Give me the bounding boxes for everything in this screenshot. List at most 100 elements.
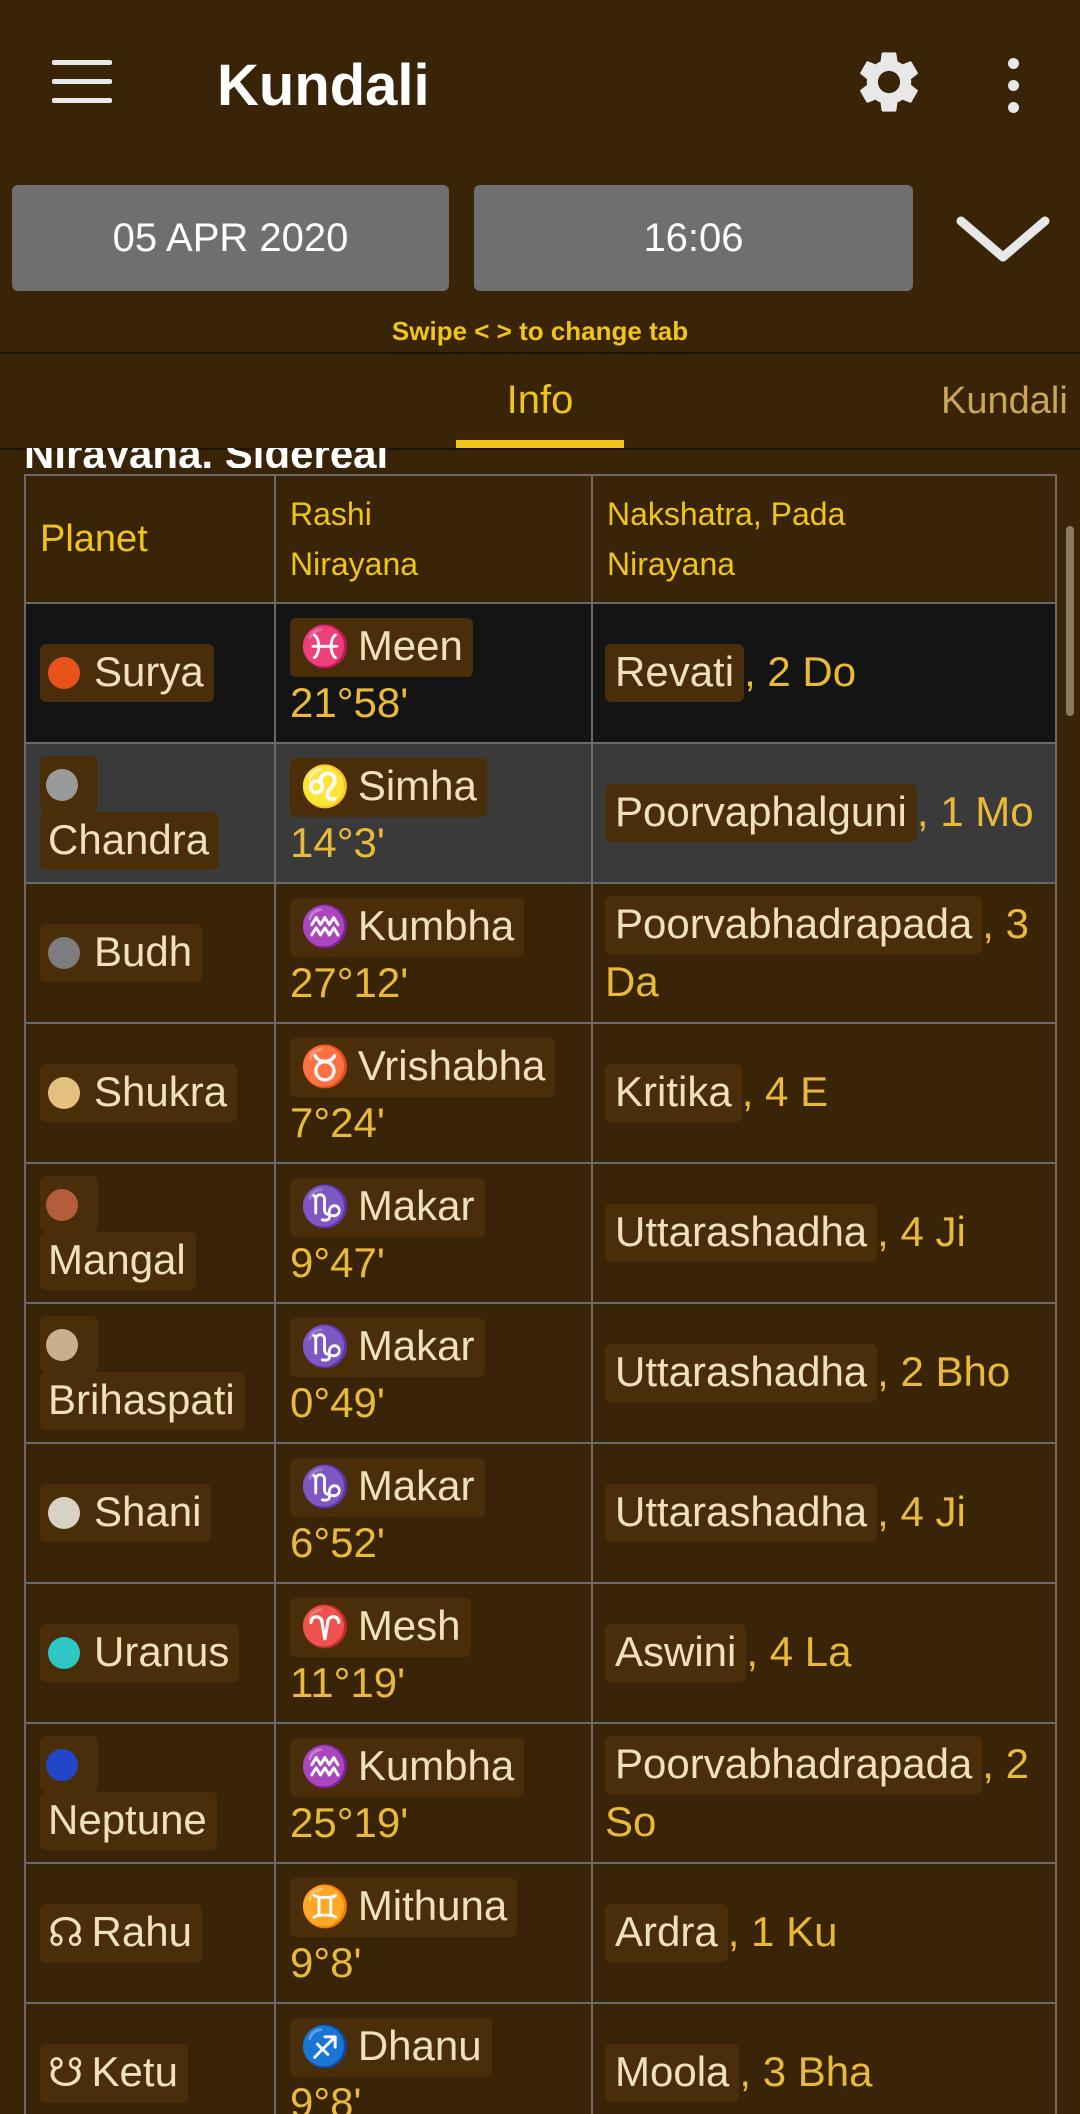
rashi-cell: ♉ Vrishabha 7°24' bbox=[274, 1022, 593, 1164]
planet-symbol-icon: ☋ bbox=[48, 2050, 84, 2095]
rashi-sign-icon: ♑ bbox=[300, 1184, 350, 1229]
table-row[interactable]: Mangal ♑ Makar 9°47' Uttarashadha, 4 Ji bbox=[24, 1162, 1057, 1304]
settings-gear-icon[interactable] bbox=[852, 45, 926, 119]
planet-name: Neptune bbox=[40, 1792, 217, 1850]
rashi-cell: ♐ Dhanu 9°8' bbox=[274, 2002, 593, 2114]
planet-icon bbox=[48, 1496, 80, 1529]
planet-icon bbox=[46, 1188, 78, 1221]
rashi-sign-icon: ♊ bbox=[300, 1884, 350, 1929]
planet-name: Surya bbox=[94, 648, 204, 695]
nakshatra-pada: , 1 Ku bbox=[727, 1908, 838, 1955]
nakshatra-name: Uttarashadha bbox=[605, 1204, 878, 1262]
table-row[interactable]: Brihaspati ♑ Makar 0°49' Uttarashadha, 2 Bho bbox=[24, 1302, 1057, 1444]
nakshatra-name: Ardra bbox=[605, 1904, 728, 1962]
planet-icon bbox=[46, 1328, 78, 1361]
header-rashi: Rashi Nirayana bbox=[274, 474, 593, 604]
rashi-name: Vrishabha bbox=[357, 1041, 546, 1089]
planet-symbol-icon: ☊ bbox=[48, 1910, 84, 1955]
header-nakshatra: Nakshatra, Pada Nirayana bbox=[591, 474, 1057, 604]
rashi-name: Meen bbox=[357, 621, 463, 669]
nakshatra-name: Poorvaphalguni bbox=[605, 784, 917, 842]
planet-cell: Shani bbox=[24, 1442, 276, 1584]
date-button[interactable]: 05 APR 2020 bbox=[12, 185, 449, 291]
rashi-name: Makar bbox=[357, 1321, 475, 1369]
more-options-icon[interactable] bbox=[1003, 58, 1023, 114]
table-row[interactable]: Shukra ♉ Vrishabha 7°24' Kritika, 4 E bbox=[24, 1022, 1057, 1164]
section-title: Nirayana, Sidereal bbox=[24, 448, 388, 468]
nakshatra-cell: Poorvabhadrapada, 2 So bbox=[591, 1722, 1057, 1864]
app-bar: Kundali bbox=[0, 0, 1080, 170]
rashi-degree: 25°19' bbox=[290, 1798, 409, 1846]
planet-cell: Neptune bbox=[24, 1722, 276, 1864]
table-row[interactable]: Shani ♑ Makar 6°52' Uttarashadha, 4 Ji bbox=[24, 1442, 1057, 1584]
planet-cell: ☋ Ketu bbox=[24, 2002, 276, 2114]
app-title: Kundali bbox=[217, 53, 430, 118]
rashi-cell: ♑ Makar 6°52' bbox=[274, 1442, 593, 1584]
rashi-degree: 14°3' bbox=[290, 818, 385, 866]
nakshatra-name: Uttarashadha bbox=[605, 1344, 878, 1402]
tab-info[interactable]: Info bbox=[456, 378, 624, 423]
rashi-degree: 11°19' bbox=[290, 1658, 406, 1706]
rashi-name: Makar bbox=[357, 1461, 475, 1509]
planet-icon bbox=[46, 768, 78, 801]
nakshatra-pada: , 4 Ji bbox=[877, 1488, 966, 1535]
nakshatra-pada: , 2 Do bbox=[744, 648, 857, 695]
rashi-degree: 27°12' bbox=[290, 958, 409, 1006]
planet-cell: ☊ Rahu bbox=[24, 1862, 276, 2004]
rashi-degree: 0°49' bbox=[290, 1378, 385, 1426]
rashi-name: Simha bbox=[357, 761, 477, 809]
nakshatra-cell: Uttarashadha, 2 Bho bbox=[591, 1302, 1057, 1444]
planet-name: Rahu bbox=[91, 1907, 192, 1955]
table-row[interactable]: Chandra ♌ Simha 14°3' Poorvaphalguni, 1 Mo bbox=[24, 742, 1057, 884]
rashi-sign-icon: ♓ bbox=[300, 624, 350, 669]
table-row[interactable]: ☋ Ketu ♐ Dhanu 9°8' Moola, 3 Bha bbox=[24, 2002, 1057, 2114]
table-row[interactable]: Uranus ♈ Mesh 11°19' Aswini, 4 La bbox=[24, 1582, 1057, 1724]
rashi-sign-icon: ♌ bbox=[300, 764, 350, 809]
planet-name: Chandra bbox=[40, 812, 220, 870]
rashi-sign-icon: ♑ bbox=[300, 1464, 350, 1509]
table-row[interactable]: Surya ♓ Meen 21°58' Revati, 2 Do bbox=[24, 602, 1057, 744]
tab-indicator bbox=[456, 440, 624, 448]
planet-cell: Uranus bbox=[24, 1582, 276, 1724]
header-planet: Planet bbox=[24, 474, 276, 604]
table-row[interactable]: ☊ Rahu ♊ Mithuna 9°8' Ardra, 1 Ku bbox=[24, 1862, 1057, 2004]
time-button[interactable]: 16:06 bbox=[474, 185, 913, 291]
rashi-name: Mesh bbox=[357, 1601, 461, 1649]
scrollbar[interactable] bbox=[1066, 526, 1074, 716]
planet-cell: Budh bbox=[24, 882, 276, 1024]
rashi-degree: 9°47' bbox=[290, 1238, 385, 1286]
rashi-cell: ♒ Kumbha 27°12' bbox=[274, 882, 593, 1024]
rashi-name: Mithuna bbox=[357, 1881, 508, 1929]
nakshatra-cell: Aswini, 4 La bbox=[591, 1582, 1057, 1724]
nakshatra-cell: Uttarashadha, 4 Ji bbox=[591, 1442, 1057, 1584]
nakshatra-cell: Uttarashadha, 4 Ji bbox=[591, 1162, 1057, 1304]
nakshatra-name: Kritika bbox=[605, 1064, 742, 1122]
planet-name: Shani bbox=[94, 1488, 202, 1535]
rashi-name: Dhanu bbox=[357, 2021, 482, 2069]
nakshatra-pada: , 1 Mo bbox=[916, 788, 1034, 835]
nakshatra-cell: Revati, 2 Do bbox=[591, 602, 1057, 744]
planet-icon bbox=[48, 656, 80, 689]
rashi-name: Kumbha bbox=[357, 1741, 515, 1789]
nakshatra-pada: , 4 Ji bbox=[877, 1208, 966, 1255]
rashi-sign-icon: ♒ bbox=[300, 904, 350, 949]
planet-cell: Chandra bbox=[24, 742, 276, 884]
nakshatra-pada: , 3 Bha bbox=[739, 2048, 873, 2095]
rashi-sign-icon: ♈ bbox=[300, 1604, 350, 1649]
planet-name: Ketu bbox=[91, 2047, 178, 2095]
tab-bar: Info Kundali bbox=[0, 352, 1080, 450]
rashi-cell: ♒ Kumbha 25°19' bbox=[274, 1722, 593, 1864]
chevron-down-icon[interactable] bbox=[955, 213, 1051, 265]
tab-kundali[interactable]: Kundali bbox=[941, 380, 1068, 423]
nakshatra-name: Poorvabhadrapada bbox=[605, 896, 983, 954]
table-row[interactable]: Budh ♒ Kumbha 27°12' Poorvabhadrapada, 3 Da bbox=[24, 882, 1057, 1024]
rashi-degree: 21°58' bbox=[290, 678, 409, 726]
nakshatra-name: Uttarashadha bbox=[605, 1484, 878, 1542]
rashi-name: Makar bbox=[357, 1181, 475, 1229]
table-row[interactable]: Neptune ♒ Kumbha 25°19' Poorvabhadrapada, 2 … bbox=[24, 1722, 1057, 1864]
rashi-sign-icon: ♐ bbox=[300, 2024, 350, 2069]
hamburger-menu-icon[interactable] bbox=[52, 60, 112, 106]
nakshatra-pada: , 2 Bho bbox=[877, 1348, 1011, 1395]
nakshatra-name: Moola bbox=[605, 2044, 740, 2102]
nakshatra-cell: Poorvabhadrapada, 3 Da bbox=[591, 882, 1057, 1024]
